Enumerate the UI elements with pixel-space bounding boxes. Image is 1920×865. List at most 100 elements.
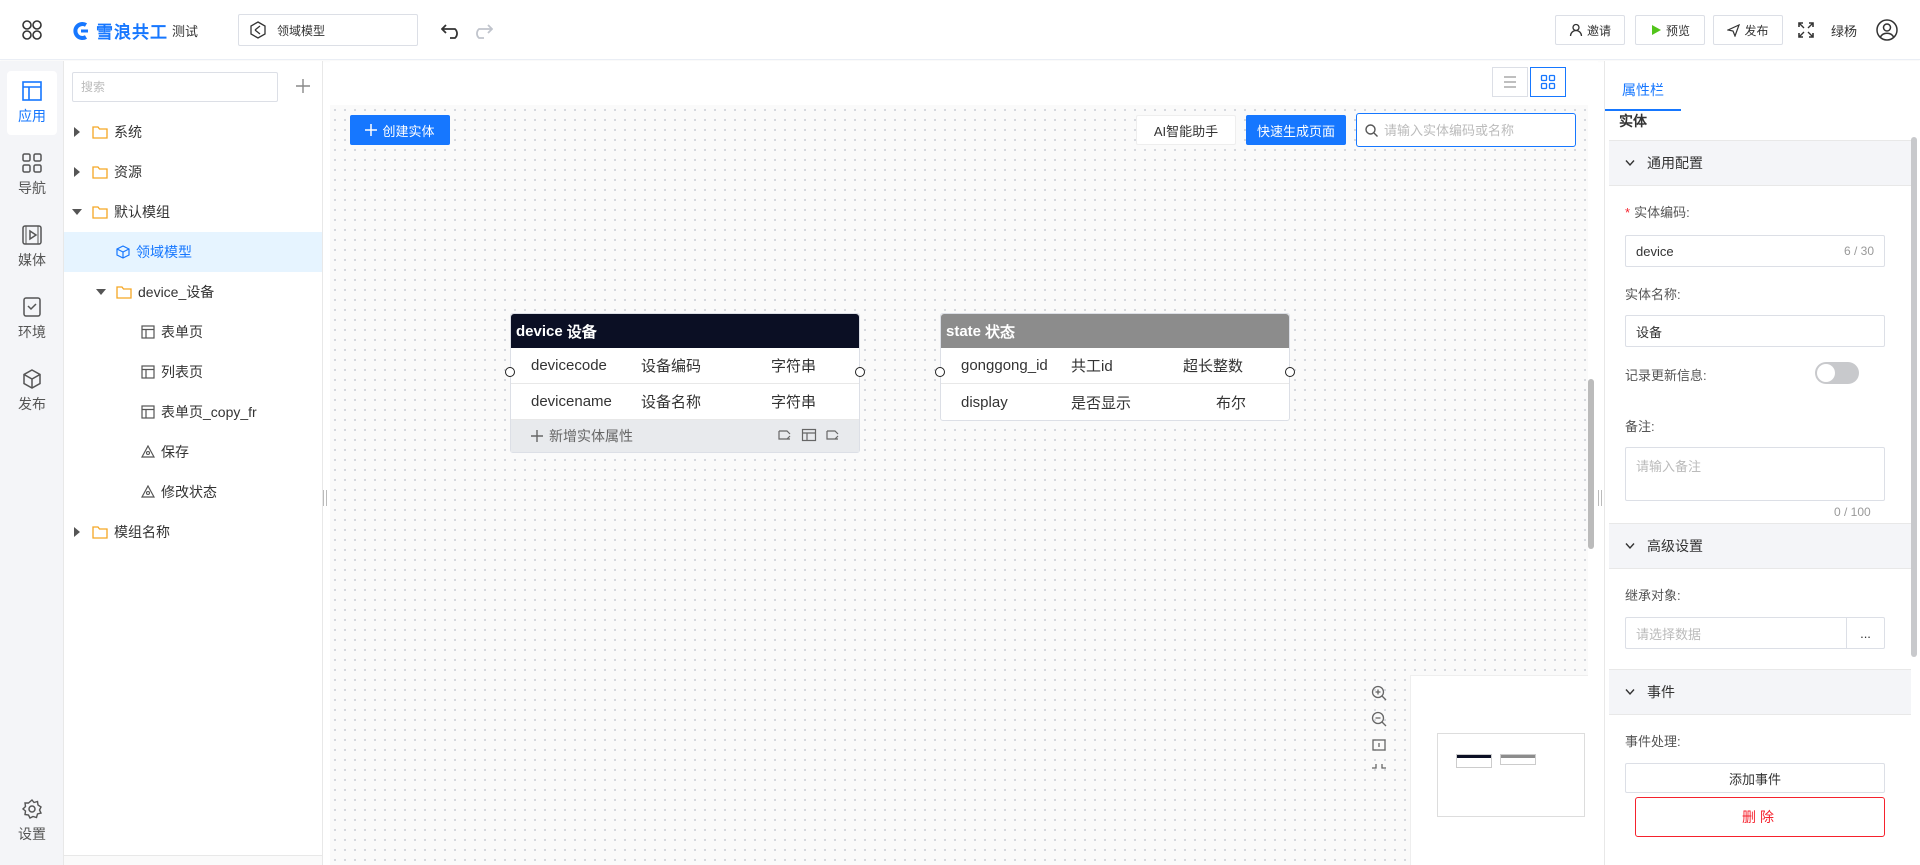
tree-search-input[interactable] — [72, 72, 278, 102]
tree-item-device[interactable]: device_设备 — [64, 272, 322, 312]
connector-port[interactable] — [935, 367, 945, 377]
nav-label: 设置 — [18, 826, 46, 842]
undo-icon[interactable] — [440, 18, 464, 42]
entity-code-input[interactable]: device 6 / 30 — [1625, 235, 1885, 267]
chevron-down-icon — [1625, 689, 1635, 696]
entity-header[interactable]: device 设备 — [511, 314, 859, 348]
entity-search-input[interactable] — [1384, 122, 1564, 138]
page-layout-icon[interactable] — [801, 428, 817, 442]
tree-item-list-page[interactable]: 列表页 — [64, 352, 322, 392]
avatar-icon[interactable] — [1875, 18, 1899, 42]
tree-item-modify-state[interactable]: 修改状态 — [64, 472, 322, 512]
tree-item-label: 默认模组 — [114, 204, 170, 220]
nav-item-settings[interactable]: 设置 — [7, 789, 57, 853]
collapse-icon[interactable] — [1371, 763, 1387, 777]
tab-properties[interactable]: 属性栏 — [1605, 71, 1681, 111]
add-icon[interactable] — [292, 75, 314, 97]
entity-canvas[interactable]: 创建实体 AI智能助手 快速生成页面 device 设备 devicecode … — [330, 105, 1588, 865]
entity-card-state[interactable]: state 状态 gonggong_id 共工id 超长整数 display 是… — [940, 313, 1290, 421]
list-icon — [1504, 76, 1516, 88]
tree-item-default-module[interactable]: 默认模组 — [64, 192, 322, 232]
preview-button[interactable]: 预览 — [1635, 15, 1705, 45]
send-icon — [1727, 23, 1741, 37]
tree-item-label: 修改状态 — [161, 484, 217, 500]
connector-port[interactable] — [505, 367, 515, 377]
section-general[interactable]: 通用配置 — [1609, 140, 1911, 186]
section-events[interactable]: 事件 — [1609, 669, 1911, 715]
nav-item-publish[interactable]: 发布 — [7, 359, 57, 423]
ai-assistant-button[interactable]: AI智能助手 — [1136, 115, 1236, 145]
username[interactable]: 绿杨 — [1831, 21, 1857, 40]
field-name: 设备名称 — [641, 394, 702, 411]
tree-item-save[interactable]: 保存 — [64, 432, 322, 472]
nav-item-app[interactable]: 应用 — [7, 71, 57, 135]
entity-field-row[interactable]: display 是否显示 布尔 — [941, 384, 1289, 420]
zoom-in-icon[interactable] — [1371, 685, 1387, 701]
inherit-select[interactable]: 请选择数据 ... — [1625, 617, 1885, 649]
more-button[interactable]: ... — [1846, 618, 1884, 648]
nav-item-media[interactable]: 媒体 — [7, 215, 57, 279]
left-splitter[interactable] — [323, 490, 327, 506]
connector-port[interactable] — [855, 367, 865, 377]
nav-item-navigation[interactable]: 导航 — [7, 143, 57, 207]
grid-view-button[interactable] — [1530, 67, 1566, 97]
entity-search[interactable] — [1356, 113, 1576, 147]
tree-item-form-page[interactable]: 表单页 — [64, 312, 322, 352]
properties-scrollbar[interactable] — [1911, 137, 1917, 657]
field-type: 超长整数 — [1183, 358, 1244, 375]
entity-card-device[interactable]: device 设备 devicecode 设备编码 字符串 devicename… — [510, 313, 860, 453]
apps-menu-icon[interactable] — [18, 16, 46, 44]
tree-item-resource[interactable]: 资源 — [64, 152, 322, 192]
folder-icon — [92, 165, 108, 179]
record-update-toggle[interactable] — [1815, 362, 1859, 384]
tree-item-module-name[interactable]: 模组名称 — [64, 512, 322, 552]
field-code: gonggong_id — [961, 357, 1048, 374]
tree-item-system[interactable]: 系统 — [64, 112, 322, 152]
publish-button[interactable]: 发布 — [1713, 15, 1783, 45]
add-event-button[interactable]: 添加事件 — [1625, 763, 1885, 793]
tree-resize-handle[interactable] — [64, 855, 322, 865]
entity-name-input[interactable]: 设备 — [1625, 315, 1885, 347]
fullscreen-icon[interactable] — [1794, 18, 1818, 42]
entity-name: 状态 — [985, 323, 1016, 341]
caret-right-icon — [72, 167, 82, 177]
brand-mark-icon — [73, 21, 88, 40]
nav-item-env[interactable]: 环境 — [7, 287, 57, 351]
tree-item-domain-model[interactable]: 领域模型 — [64, 232, 322, 272]
section-advanced[interactable]: 高级设置 — [1609, 523, 1911, 569]
tree-item-label: 模组名称 — [114, 524, 170, 540]
connector-port[interactable] — [1285, 367, 1295, 377]
link-icon[interactable] — [825, 428, 841, 442]
entity-field-row[interactable]: devicename 设备名称 字符串 — [511, 384, 859, 420]
invite-button[interactable]: 邀请 — [1555, 15, 1625, 45]
entity-field-row[interactable]: gonggong_id 共工id 超长整数 — [941, 348, 1289, 384]
logic-icon — [141, 445, 155, 459]
list-view-button[interactable] — [1492, 67, 1528, 97]
create-entity-button[interactable]: 创建实体 — [350, 115, 450, 145]
minimap-viewport[interactable] — [1437, 733, 1585, 817]
fit-view-icon[interactable] — [1371, 737, 1387, 753]
relation-icon[interactable] — [777, 428, 793, 442]
add-attribute-button[interactable]: 新增实体属性 — [511, 420, 859, 452]
generate-page-button[interactable]: 快速生成页面 — [1246, 115, 1346, 145]
entity-field-row[interactable]: devicecode 设备编码 字符串 — [511, 348, 859, 384]
brand-name: 雪浪共工 — [96, 23, 168, 42]
delete-button[interactable]: 删除 — [1635, 797, 1885, 837]
right-splitter[interactable] — [1598, 490, 1602, 506]
nav-label: 导航 — [18, 180, 46, 196]
canvas-area: 创建实体 AI智能助手 快速生成页面 device 设备 devicecode … — [330, 61, 1598, 865]
zoom-out-icon[interactable] — [1371, 711, 1387, 727]
remark-textarea[interactable]: 请输入备注 — [1625, 447, 1885, 501]
canvas-scrollbar[interactable] — [1588, 379, 1594, 549]
tree-item-form-page-copy[interactable]: 表单页_copy_fr — [64, 392, 322, 432]
redo-icon[interactable] — [470, 18, 494, 42]
env-icon — [23, 297, 41, 317]
event-handler-label: 事件处理: — [1625, 734, 1681, 749]
entity-header[interactable]: state 状态 — [941, 314, 1289, 348]
minimap[interactable] — [1410, 675, 1588, 865]
page-select[interactable]: 领域模型 — [238, 14, 418, 46]
field-type: 字符串 — [771, 358, 817, 375]
nav-label: 发布 — [18, 396, 46, 412]
nav-label: 应用 — [18, 108, 46, 124]
field-code: devicename — [531, 393, 612, 410]
